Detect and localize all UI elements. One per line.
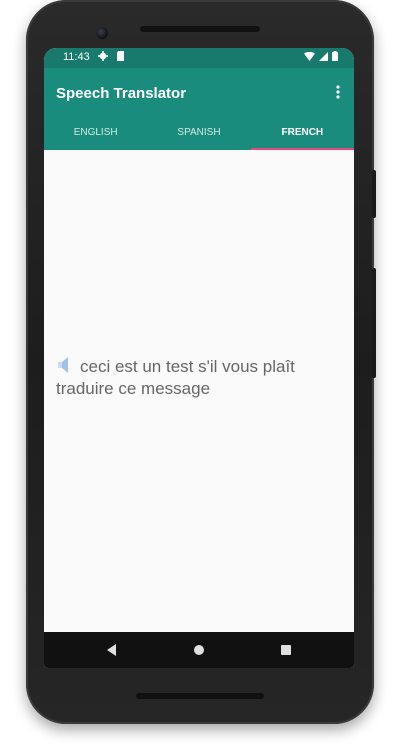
- home-icon[interactable]: [191, 642, 207, 658]
- battery-icon: [332, 51, 338, 61]
- navigation-bar: [44, 632, 354, 668]
- tab-english[interactable]: ENGLISH: [44, 118, 147, 150]
- tab-spanish[interactable]: SPANISH: [147, 118, 250, 150]
- more-vert-icon[interactable]: [330, 82, 346, 106]
- status-left-icons: [98, 51, 125, 64]
- recents-icon[interactable]: [278, 642, 294, 658]
- status-time: 11:43: [63, 51, 90, 63]
- device-screen: 11:43 Speech Translator ENGLISH SPANISH …: [44, 48, 354, 668]
- volume-rocker[interactable]: [372, 268, 376, 378]
- app-bar: Speech Translator ENGLISH SPANISH FRENCH: [44, 68, 354, 150]
- language-tabs: ENGLISH SPANISH FRENCH: [44, 118, 354, 150]
- app-title: Speech Translator: [56, 85, 187, 102]
- back-icon[interactable]: [104, 642, 120, 658]
- status-bar: 11:43: [44, 48, 354, 68]
- bottom-speaker: [136, 693, 264, 699]
- speaker-icon[interactable]: [56, 357, 74, 373]
- tab-french[interactable]: FRENCH: [250, 118, 354, 150]
- signal-icon: [318, 52, 328, 61]
- gear-icon: [98, 51, 108, 61]
- status-right-icons: [303, 51, 338, 64]
- translated-message: ceci est un test s'il vous plaît traduir…: [56, 356, 346, 400]
- front-camera: [96, 27, 108, 39]
- earpiece-speaker: [140, 26, 260, 32]
- power-button[interactable]: [372, 170, 376, 218]
- message-text: ceci est un test s'il vous plaît traduir…: [56, 357, 295, 398]
- translation-content: ceci est un test s'il vous plaît traduir…: [44, 150, 354, 630]
- wifi-icon: [303, 51, 315, 61]
- sd-card-icon: [117, 51, 125, 61]
